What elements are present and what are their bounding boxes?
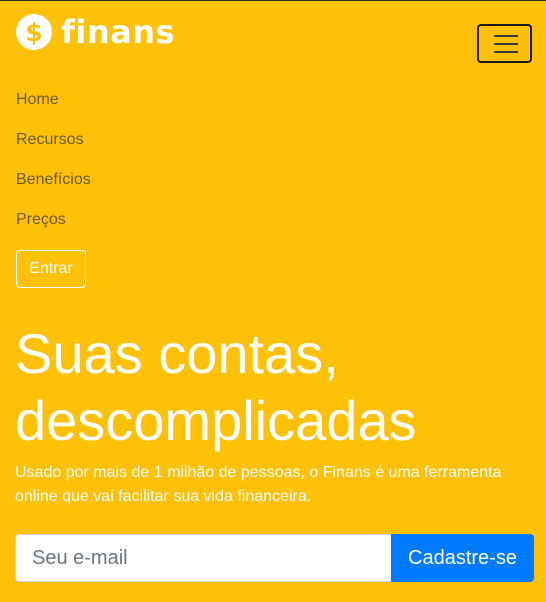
nav-link-beneficios[interactable]: Benefícios [16, 160, 91, 200]
nav-link-home[interactable]: Home [16, 80, 59, 120]
navbar-toggler-button[interactable] [477, 24, 532, 63]
brand-name: finans [61, 13, 176, 51]
email-input[interactable] [15, 534, 391, 582]
signup-button[interactable]: Cadastre-se [391, 534, 534, 582]
navbar: $ finans [16, 14, 534, 66]
nav-link-recursos[interactable]: Recursos [16, 120, 84, 160]
hero-subtitle: Usado por mais de 1 milhão de pessoas, o… [15, 464, 502, 505]
hero-title: Suas contas, descomplicadas [15, 320, 535, 454]
hero-title-line1: Suas contas, [15, 322, 339, 385]
dollar-coin-icon: $ [16, 14, 52, 50]
hero-title-line2: descomplicadas [15, 389, 417, 452]
nav-link-precos[interactable]: Preços [16, 200, 66, 240]
brand-logo[interactable]: $ finans [16, 14, 175, 50]
signup-form: Cadastre-se [15, 534, 534, 582]
dollar-symbol: $ [25, 17, 43, 47]
top-border [0, 0, 546, 1]
login-button[interactable]: Entrar [16, 250, 86, 288]
